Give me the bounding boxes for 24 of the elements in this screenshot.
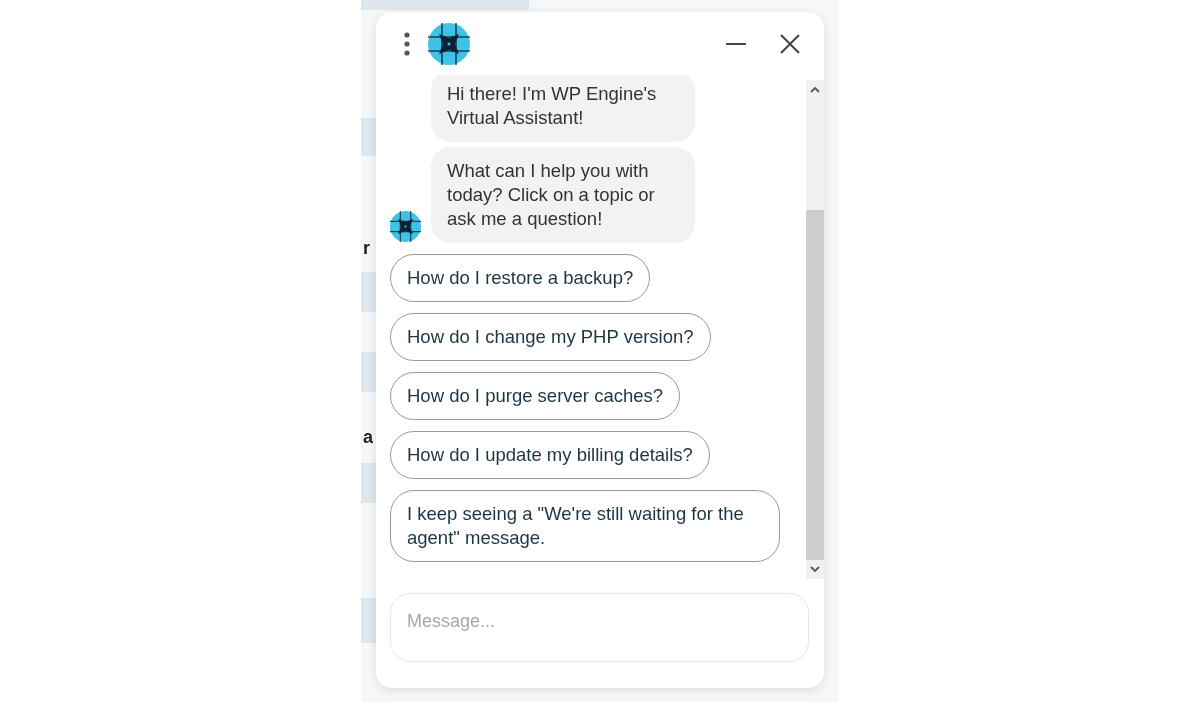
- minimize-icon[interactable]: [726, 41, 746, 46]
- assistant-logo-icon: [428, 22, 470, 65]
- background-panel: [361, 118, 376, 156]
- background-panel: [361, 272, 376, 312]
- background-panel: [361, 598, 376, 643]
- scrollbar[interactable]: [806, 80, 824, 579]
- background-text: r: [362, 237, 371, 260]
- background-panel: [361, 352, 376, 392]
- message-field[interactable]: Message...: [390, 593, 809, 662]
- scroll-down-icon[interactable]: [810, 566, 820, 573]
- suggestion-button[interactable]: How do I purge server caches?: [390, 372, 681, 420]
- suggestion-button[interactable]: How do I update my billing details?: [390, 431, 710, 479]
- message-bubble: What can I help you with today? Click on a topic or ask me a question!: [431, 147, 695, 243]
- background-panel: [361, 463, 376, 503]
- close-icon[interactable]: [780, 33, 800, 54]
- assistant-avatar-icon: [390, 211, 421, 242]
- suggestion-button[interactable]: I keep seeing a "We're still waiting for the agent" message.: [390, 490, 780, 562]
- scroll-up-icon[interactable]: [810, 86, 820, 93]
- background-text: a: [362, 426, 374, 449]
- scrollbar-thumb[interactable]: [806, 209, 824, 560]
- suggestion-button[interactable]: How do I restore a backup?: [390, 254, 651, 302]
- message-bubble: Hi there! I'm WP Engine's Virtual Assistant!: [431, 75, 695, 142]
- suggestion-button[interactable]: How do I change my PHP version?: [390, 313, 711, 361]
- more-options-icon[interactable]: [404, 31, 410, 56]
